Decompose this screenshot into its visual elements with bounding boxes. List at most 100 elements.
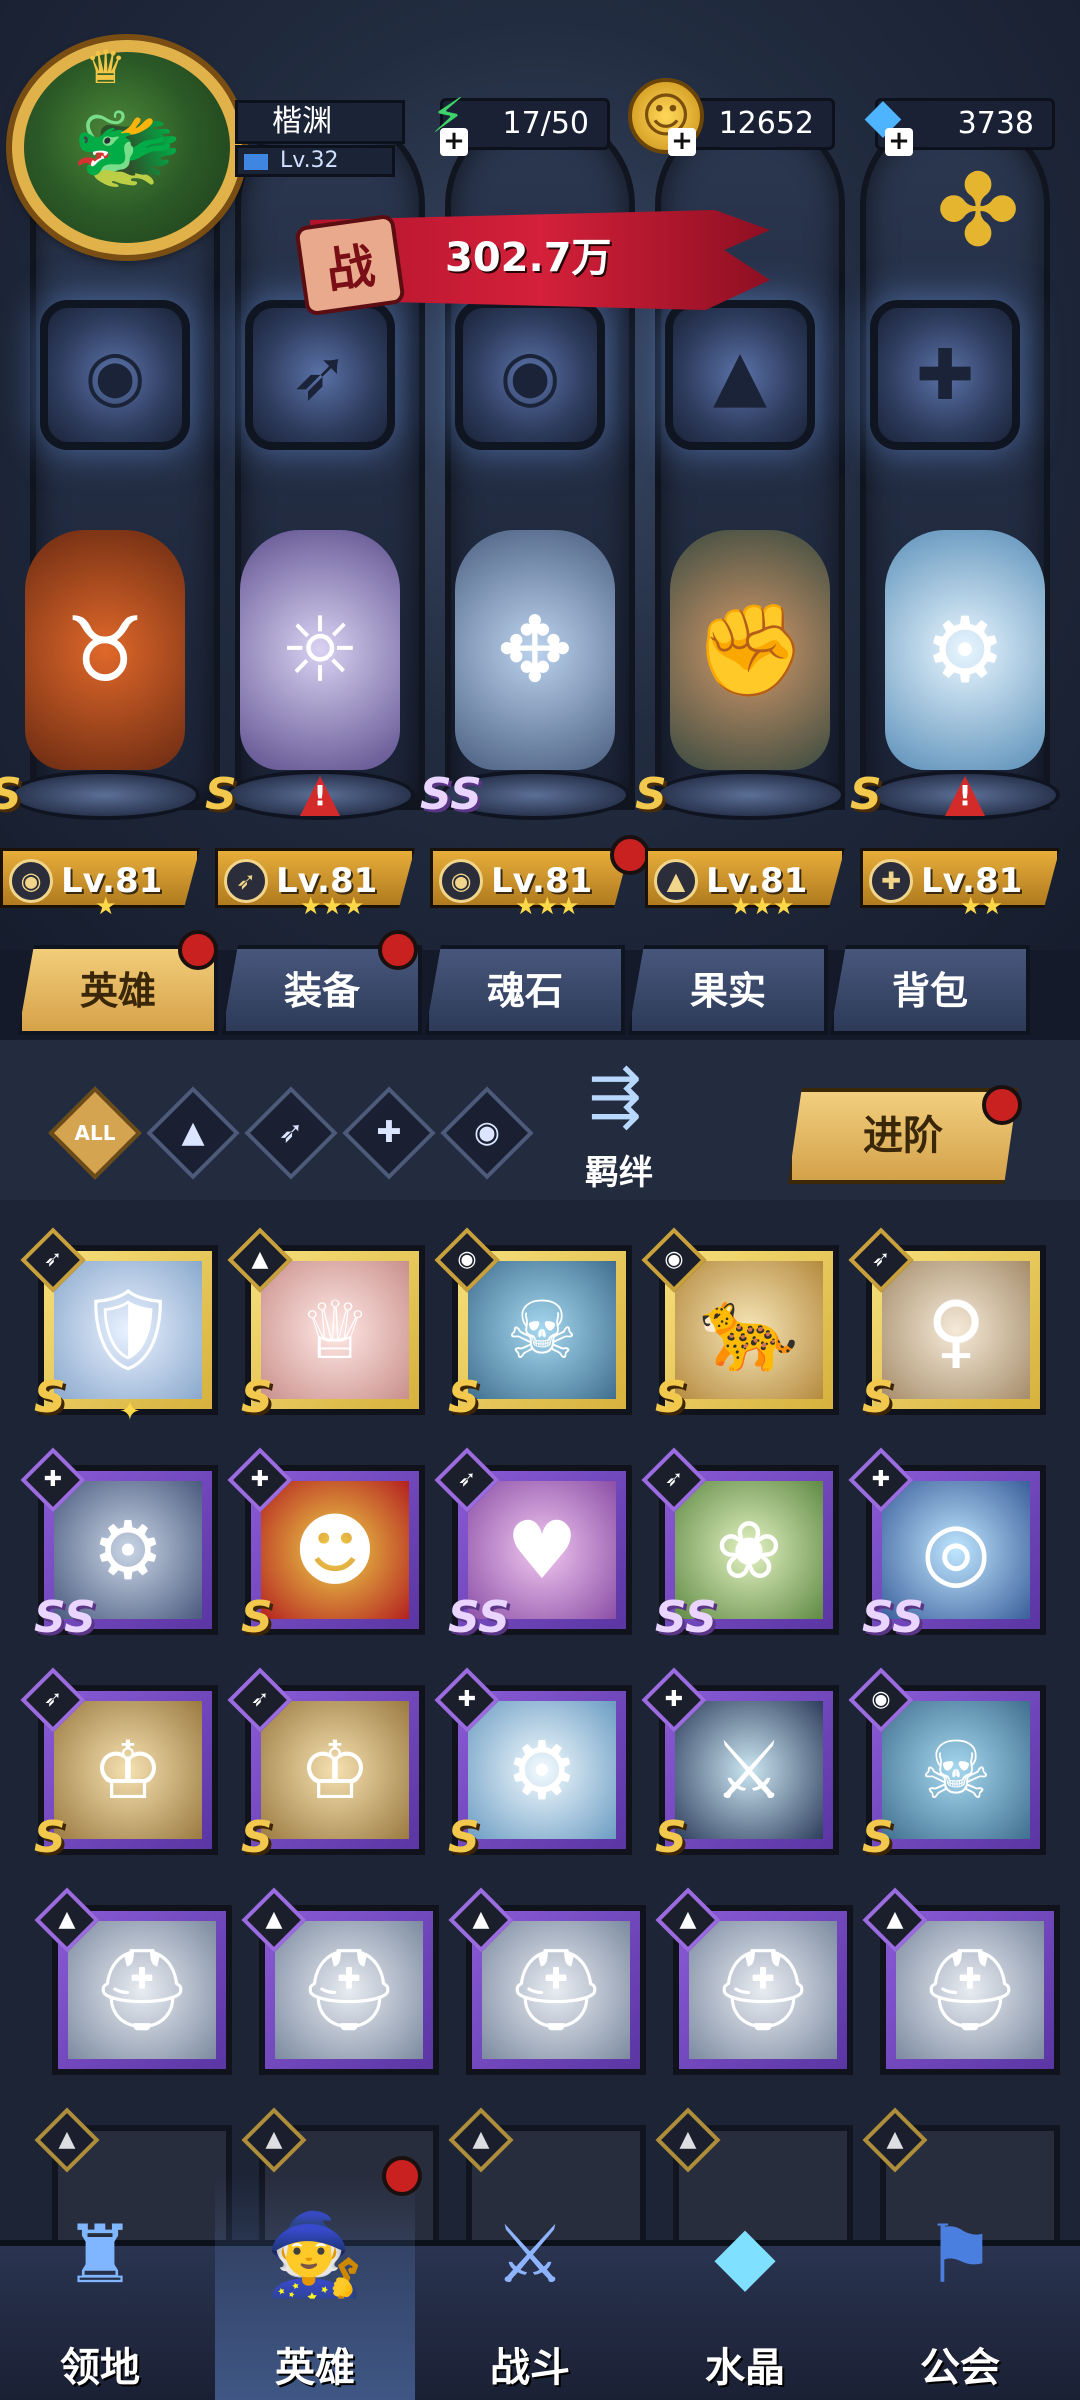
power-value: 302.7万 — [445, 235, 612, 281]
mage-class-icon: ▲ — [251, 1247, 269, 1272]
crystal-icon: ◆ — [714, 2208, 776, 2301]
nav-label: 英雄 — [275, 2345, 355, 2391]
leopard-hero-portrait: 🐆 — [675, 1261, 823, 1399]
hero-card[interactable]: ⚙ ✚ S — [434, 1667, 632, 1863]
hero-card[interactable]: ❀ ➶ SS — [641, 1447, 839, 1643]
notification-dot — [610, 835, 650, 875]
hero-card[interactable]: ⚙ ✚ SS — [20, 1447, 218, 1643]
hero-card[interactable]: 🛡 ➶ S ✦ — [20, 1227, 218, 1427]
mage-class-icon: ▲ — [679, 2127, 697, 2152]
nav-heroes[interactable]: 🧙 英雄 — [215, 2175, 415, 2400]
hero-grade: S — [0, 769, 22, 820]
hero-card[interactable]: ⛑ ▲ — [241, 1887, 439, 2075]
tab-backpack[interactable]: 背包 — [830, 945, 1030, 1035]
hero-grade: SS — [655, 1592, 717, 1643]
hero-grade: S — [655, 1372, 687, 1423]
hero-card[interactable]: ♔ ➶ S — [20, 1667, 218, 1863]
hero-grade: S — [205, 769, 237, 820]
star-icon: ✦ — [119, 1397, 141, 1427]
hero-slot-1[interactable]: ♉ S — [0, 520, 200, 820]
hero-card[interactable]: ♕ ▲ S — [227, 1227, 425, 1423]
hero-card[interactable]: ♀ ➶ S — [848, 1227, 1046, 1423]
hero-card[interactable]: ⛑ ▲ — [34, 1887, 232, 2075]
hero-card[interactable]: 🐆 ◉ S — [641, 1227, 839, 1423]
hero-card[interactable]: ⛑ ▲ — [655, 1887, 853, 2075]
robot-hero-portrait: ⚙ — [468, 1701, 616, 1839]
notification-dot — [982, 1085, 1022, 1125]
hero-card[interactable]: ☻ ✚ S — [227, 1447, 425, 1643]
add-diamond-icon[interactable]: + — [885, 128, 913, 156]
nav-guild[interactable]: ⚑ 公会 — [860, 2175, 1060, 2400]
hero-card[interactable]: ☠ ◉ S — [434, 1227, 632, 1423]
sorceress-hero-portrait: ♕ — [261, 1261, 409, 1399]
cyborg-hero-portrait: ⚔ — [675, 1701, 823, 1839]
warrior-hero-icon: ✊ — [670, 530, 830, 770]
knight-helmet-portrait: ⛑ — [68, 1921, 216, 2059]
add-stamina-icon[interactable]: + — [440, 128, 468, 156]
bomb-bot-hero-portrait: ☻ — [261, 1481, 409, 1619]
notification-dot — [382, 2156, 422, 2196]
filter-all-label: ALL — [74, 1121, 116, 1145]
settings-gear-icon[interactable]: ✤ — [918, 150, 1038, 270]
troll-hero-portrait-2: ☠ — [882, 1701, 1030, 1839]
mage-class-icon: ▲ — [886, 2127, 904, 2152]
tab-soulstone[interactable]: 魂石 — [425, 945, 625, 1035]
nav-battle[interactable]: ⚔ 战斗 — [430, 2175, 630, 2400]
wrench-class-icon: ✚ — [376, 1115, 402, 1150]
pedestal — [655, 770, 845, 820]
robot-hero-icon: ⚙ — [885, 530, 1045, 770]
bond-label[interactable]: 羁绊 — [585, 1145, 653, 1194]
wrench-class-icon: ✚ — [869, 859, 913, 903]
hero-card[interactable]: ♥ ➶ SS — [434, 1447, 632, 1643]
nav-crystal[interactable]: ◆ 水晶 — [645, 2175, 845, 2400]
hero-grade: S — [241, 1592, 273, 1643]
bond-icon[interactable]: ⇶ — [555, 1060, 675, 1140]
wing-class-icon: ➶ — [664, 1467, 684, 1492]
tank-class-icon: ◉ — [473, 1115, 501, 1150]
hero-slot-4[interactable]: ✊ S — [635, 520, 845, 820]
hero-stars: ★★★ — [300, 892, 365, 920]
wrench-class-icon: ✚ — [457, 1687, 477, 1712]
notification-dot — [378, 930, 418, 970]
player-avatar[interactable]: 🐲 — [12, 40, 242, 255]
nav-label: 公会 — [920, 2345, 1000, 2391]
hero-grade: S — [448, 1812, 480, 1863]
hero-card[interactable]: ⚔ ✚ S — [641, 1667, 839, 1863]
tank-class-icon: ◉ — [871, 1687, 891, 1712]
wrench-class-emblem-icon: ✚ — [870, 300, 1020, 450]
notification-dot — [178, 930, 218, 970]
hero-grade: S — [448, 1372, 480, 1423]
dragon-avatar-icon: 🐲 — [70, 95, 184, 200]
tank-class-icon: ◉ — [457, 1247, 477, 1272]
player-name: 楷渊 — [235, 100, 405, 144]
hero-card[interactable]: ♔ ➶ S — [227, 1667, 425, 1863]
hero-grade: SS — [420, 769, 482, 820]
mage-class-icon: ▲ — [58, 2127, 76, 2152]
hero-card[interactable]: ☠ ◉ S — [848, 1667, 1046, 1863]
hero-slot-2[interactable]: ☼ S ! — [205, 520, 415, 820]
mage-class-icon: ▲ — [472, 2127, 490, 2152]
hero-grade: SS — [448, 1592, 510, 1643]
hero-card[interactable]: ⛑ ▲ — [862, 1887, 1060, 2075]
priestess-hero-icon: ☼ — [240, 530, 400, 770]
nav-territory[interactable]: ♜ 领地 — [0, 2175, 200, 2400]
crown-icon: ♛ — [85, 40, 127, 94]
hero-grade: SS — [34, 1592, 96, 1643]
elf-hero-portrait-2: ♔ — [261, 1701, 409, 1839]
add-gold-icon[interactable]: + — [668, 128, 696, 156]
hero-slot-5[interactable]: ⚙ S ! — [850, 520, 1060, 820]
wing-class-icon: ➶ — [871, 1247, 891, 1272]
pedestal — [10, 770, 200, 820]
wizard-hat-icon: 🧙 — [265, 2208, 365, 2301]
hero-card[interactable]: ⛑ ▲ — [448, 1887, 646, 2075]
tab-fruit[interactable]: 果实 — [628, 945, 828, 1035]
armored-hero-portrait: 🛡 — [54, 1261, 202, 1399]
mage-class-icon: ▲ — [679, 1907, 697, 1932]
hero-grade: S — [850, 769, 882, 820]
hero-grade: S — [241, 1372, 273, 1423]
hero-card[interactable]: ◎ ✚ SS — [848, 1447, 1046, 1643]
hero-slot-3[interactable]: ✥ SS — [420, 520, 630, 820]
wing-class-icon: ➶ — [224, 859, 268, 903]
player-level: Lv.32 — [235, 145, 395, 177]
wrench-class-icon: ✚ — [664, 1687, 684, 1712]
